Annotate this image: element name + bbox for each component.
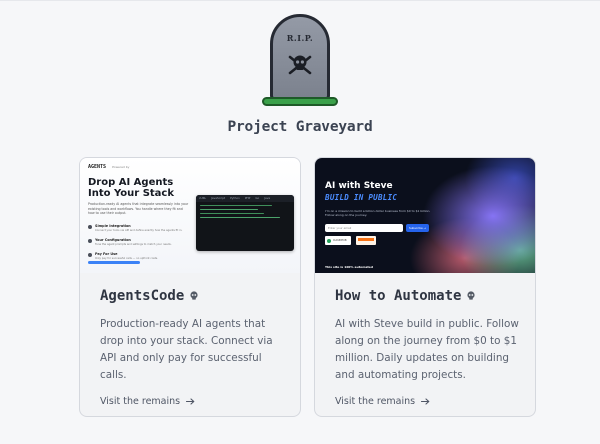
skull-crossbones-icon <box>288 55 312 75</box>
code-tab: JavaScript <box>211 196 226 200</box>
thumb-feature-list: Simple Integration Connect your tools vi… <box>88 224 193 266</box>
thumb-headline: Drop AI Agents Into Your Stack <box>88 177 175 199</box>
thumb-code-tabs: cURL JavaScript Python PHP Go Java <box>196 195 294 202</box>
thumb-subscribe-button: Subscribe → <box>406 224 429 232</box>
badge-bar <box>358 238 374 241</box>
code-line <box>200 212 264 214</box>
visit-remains-link[interactable]: Visit the remains <box>335 396 519 407</box>
thumb-paragraph: Production-ready AI agents that integrat… <box>88 202 189 216</box>
thumb-subheadline: BUILD IN PUBLIC <box>325 193 398 202</box>
code-tab: cURL <box>199 196 207 200</box>
project-card-agentscode[interactable]: AGENTS Powered by Drop AI Agents Into Yo… <box>79 157 301 417</box>
card-description: Production-ready AI agents that drop int… <box>100 318 273 381</box>
card-title-text: How to Automate <box>335 288 462 304</box>
thumb-logo: AGENTS <box>88 164 107 170</box>
card-body: AgentsCode Production-ready AI agents th… <box>100 288 284 407</box>
check-icon <box>88 239 92 243</box>
card-body: How to Automate AI with Steve build in p… <box>335 288 519 407</box>
code-tab: Java <box>264 196 271 200</box>
code-line <box>200 204 272 206</box>
thumb-email-input: Enter your email <box>325 224 403 232</box>
tombstone-text: R.I.P. <box>286 33 314 43</box>
thumb-paragraph: I'm on a mission to build a billion doll… <box>325 209 431 218</box>
thumb-feature-title: Your Configuration <box>95 238 131 242</box>
thumb-headline: AI with Steve <box>325 181 393 191</box>
thumb-feature: Simple Integration Connect your tools vi… <box>88 224 193 232</box>
badge-dot <box>327 238 331 243</box>
arrow-right-icon <box>421 398 430 405</box>
check-icon <box>88 253 92 257</box>
code-tab: Go <box>255 196 260 200</box>
thumb-nav: AGENTS Powered by <box>88 164 129 170</box>
visit-remains-link[interactable]: Visit the remains <box>100 396 284 407</box>
thumb-accent-bar <box>88 261 140 264</box>
card-description: AI with Steve build in public. Follow al… <box>335 318 519 381</box>
tombstone: R.I.P. <box>270 14 330 100</box>
code-line <box>200 208 258 210</box>
thumb-powered: Powered by <box>112 165 130 169</box>
tombstone-illustration: R.I.P. <box>262 12 338 106</box>
arrow-right-icon <box>186 398 195 405</box>
skull-icon <box>467 291 476 300</box>
page-title: Project Graveyard <box>227 119 373 135</box>
check-icon <box>88 225 92 229</box>
top-divider <box>0 0 600 1</box>
thumb-feature-sub: Tune the agent prompts and settings to m… <box>95 243 172 246</box>
skull-icon <box>190 291 198 300</box>
thumb-badge-secondary <box>356 236 376 245</box>
thumb-code-window: cURL JavaScript Python PHP Go Java <box>196 195 294 251</box>
card-title-text: AgentsCode <box>100 288 185 304</box>
project-thumbnail: AGENTS Powered by Drop AI Agents Into Yo… <box>80 158 300 273</box>
card-title: How to Automate <box>335 288 519 304</box>
code-line <box>200 216 280 218</box>
thumb-badge: CLOUDHUB <box>325 236 351 245</box>
thumb-feature-title: Pay For Use <box>95 252 118 256</box>
visit-remains-label[interactable]: Visit the remains <box>335 396 415 407</box>
thumb-badge-label: CLOUDHUB <box>333 239 347 242</box>
project-thumbnail: AI with Steve BUILD IN PUBLIC I'm on a m… <box>315 158 535 273</box>
thumb-feature: Pay For Use Only pay for successful call… <box>88 252 193 260</box>
thumb-feature-title: Simple Integration <box>95 224 131 228</box>
thumb-feature-sub: Only pay for successful calls — no upfro… <box>95 257 158 260</box>
thumb-footer-text: This site is 100% automated <box>325 265 373 269</box>
card-title: AgentsCode <box>100 288 284 304</box>
grass <box>262 97 338 106</box>
thumb-feature-sub: Connect your tools via API and define ex… <box>95 229 183 232</box>
code-tab: Python <box>230 196 240 200</box>
page-header: R.I.P. Project Graveyard <box>0 12 600 135</box>
visit-remains-label[interactable]: Visit the remains <box>100 396 180 407</box>
project-card-how-to-automate[interactable]: AI with Steve BUILD IN PUBLIC I'm on a m… <box>314 157 536 417</box>
thumb-feature: Your Configuration Tune the agent prompt… <box>88 238 193 246</box>
code-tab: PHP <box>244 196 251 200</box>
